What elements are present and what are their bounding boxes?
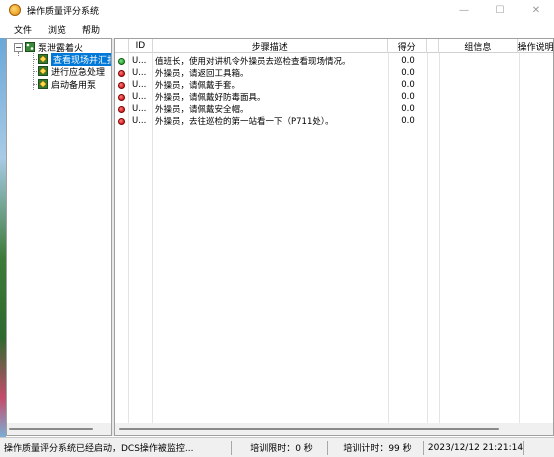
description-cell: 外操员，请返回工具箱。 — [153, 67, 389, 79]
step-icon — [38, 66, 48, 76]
table-row[interactable]: U... 外操员，请佩戴手套。 0.0 — [115, 79, 428, 91]
status-cell — [115, 115, 129, 127]
status-indicator-red — [118, 81, 125, 89]
scrollbar-thumb[interactable] — [119, 428, 499, 430]
column-header-status[interactable] — [115, 39, 129, 53]
app-icon — [9, 4, 21, 16]
status-indicator-red — [118, 93, 125, 101]
status-indicator-red — [118, 105, 125, 113]
score-cell: 0.0 — [389, 55, 428, 67]
window-title: 操作质量评分系统 — [27, 6, 100, 17]
tree-horizontal-scrollbar[interactable] — [7, 423, 111, 435]
description-cell: 外操员，请佩戴安全帽。 — [153, 103, 389, 115]
status-cell — [115, 91, 129, 103]
id-cell: U... — [129, 55, 153, 67]
column-divider — [439, 53, 440, 423]
tree-item-label: 进行应急处理 — [51, 67, 106, 78]
description-cell: 外操员，请佩戴手套。 — [153, 79, 389, 91]
step-grid: ID 步骤描述 得分 组信息 操作说明 U... 值班长，使用对讲机令外操员去巡… — [114, 38, 554, 436]
training-time-limit: 培训限时：0 秒 — [232, 440, 328, 455]
grid-horizontal-scrollbar[interactable] — [115, 423, 553, 435]
maximize-button[interactable]: ☐ — [482, 0, 518, 20]
minimize-button[interactable]: — — [446, 0, 482, 20]
status-bar: 操作质量评分系统已经启动，DCS操作被监控... 培训限时：0 秒 培训计时：9… — [0, 437, 554, 457]
description-cell: 外操员，去往巡检的第一站看一下（P711处）。 — [153, 115, 389, 127]
title-bar: 操作质量评分系统 — ☐ ✕ — [0, 0, 554, 20]
table-row[interactable]: U... 外操员，去往巡检的第一站看一下（P711处）。 0.0 — [115, 115, 428, 127]
status-indicator-green — [118, 57, 125, 65]
column-header-blank[interactable] — [427, 39, 439, 53]
score-cell: 0.0 — [389, 103, 428, 115]
tree-item-root[interactable]: 泵泄露着火 — [25, 41, 83, 54]
step-icon — [38, 54, 48, 64]
id-cell: U... — [129, 67, 153, 79]
tree-collapse-toggle[interactable]: − — [14, 43, 23, 52]
column-header-description[interactable]: 步骤描述 — [153, 39, 388, 53]
tree-item-step-1[interactable]: 查看现场并汇报信 — [38, 52, 111, 66]
id-cell: U... — [129, 103, 153, 115]
menu-file[interactable]: 文件 — [14, 23, 32, 36]
status-message: 操作质量评分系统已经启动，DCS操作被监控... — [0, 440, 232, 455]
column-header-score[interactable]: 得分 — [388, 39, 427, 53]
table-row[interactable]: U... 外操员，请佩戴好防毒面具。 0.0 — [115, 91, 428, 103]
step-tree[interactable]: − 泵泄露着火 查看现场并汇报信 进行应急处理 启动备用泵 — [6, 38, 112, 436]
menu-help[interactable]: 帮助 — [82, 23, 100, 36]
tree-connector — [18, 52, 19, 56]
tree-item-step-3[interactable]: 启动备用泵 — [38, 78, 97, 91]
score-cell: 0.0 — [389, 115, 428, 127]
table-row[interactable]: U... 外操员，请返回工具箱。 0.0 — [115, 67, 428, 79]
menu-browse[interactable]: 浏览 — [48, 23, 66, 36]
id-cell: U... — [129, 79, 153, 91]
score-cell: 0.0 — [389, 67, 428, 79]
column-divider — [519, 53, 520, 423]
status-cell — [115, 67, 129, 79]
column-header-id[interactable]: ID — [129, 39, 153, 53]
status-cell — [115, 79, 129, 91]
status-cell — [115, 103, 129, 115]
menu-bar: 文件 浏览 帮助 — [0, 20, 554, 38]
grid-header: ID 步骤描述 得分 组信息 操作说明 — [115, 39, 553, 53]
status-indicator-red — [118, 69, 125, 77]
table-row[interactable]: U... 外操员，请佩戴安全帽。 0.0 — [115, 103, 428, 115]
description-cell: 外操员，请佩戴好防毒面具。 — [153, 91, 389, 103]
status-cell — [115, 55, 129, 67]
training-timer: 培训计时：99 秒 — [328, 440, 424, 455]
status-indicator-red — [118, 117, 125, 125]
id-cell: U... — [129, 91, 153, 103]
description-cell: 值班长，使用对讲机令外操员去巡检查看现场情况。 — [153, 55, 389, 67]
window-controls: — ☐ ✕ — [446, 0, 554, 20]
table-row[interactable]: U... 值班长，使用对讲机令外操员去巡检查看现场情况。 0.0 — [115, 55, 428, 67]
tree-item-step-2[interactable]: 进行应急处理 — [38, 65, 106, 78]
status-datetime: 2023/12/12 21:21:14 — [424, 440, 524, 455]
step-icon — [38, 79, 48, 89]
column-header-group-info[interactable]: 组信息 — [439, 39, 519, 53]
score-cell: 0.0 — [389, 79, 428, 91]
tree-item-label: 启动备用泵 — [51, 80, 97, 91]
score-cell: 0.0 — [389, 91, 428, 103]
scrollbar-thumb[interactable] — [9, 428, 93, 430]
close-button[interactable]: ✕ — [518, 0, 554, 20]
process-icon — [25, 42, 35, 52]
id-cell: U... — [129, 115, 153, 127]
column-header-instructions[interactable]: 操作说明 — [518, 39, 553, 53]
